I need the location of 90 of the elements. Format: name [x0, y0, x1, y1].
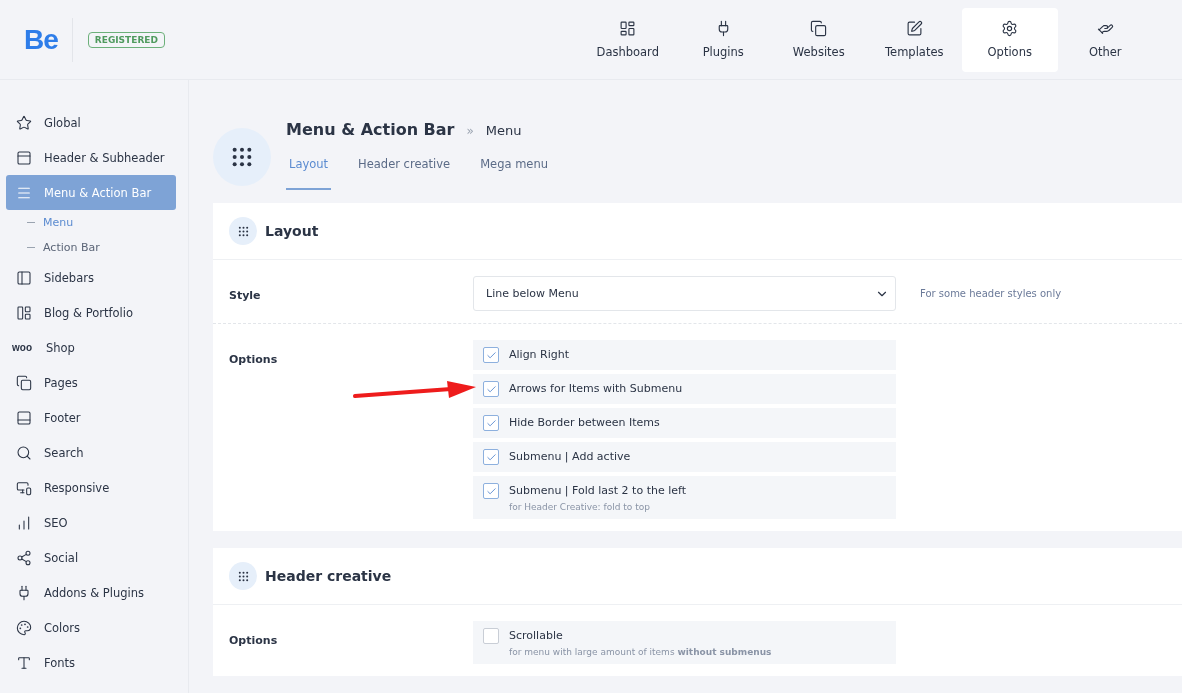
footer-icon [16, 409, 32, 426]
woo-logo: woo [12, 342, 33, 353]
checkbox[interactable] [483, 347, 499, 363]
sidebar-item[interactable]: Colors [6, 610, 176, 645]
page-title: Menu & Action Bar [286, 120, 455, 139]
sidebar-item[interactable]: SEO [6, 505, 176, 540]
field-label: Options [229, 634, 278, 647]
section-title: Layout [265, 223, 319, 239]
breadcrumb-separator: » [466, 124, 474, 138]
nav-tab[interactable]: Options [962, 7, 1058, 72]
sidebar-item[interactable]: Header & Subheader [6, 140, 176, 175]
option-label: Submenu | Fold last 2 to the left [509, 483, 686, 499]
sidebar-item[interactable]: Pages [6, 365, 176, 400]
field-label: Style [229, 289, 261, 302]
palette-icon [16, 619, 32, 636]
sidebar-label: SEO [44, 515, 68, 530]
letter-icon [16, 654, 32, 671]
check-icon [485, 349, 497, 361]
grid-dots-icon [237, 225, 249, 237]
pages-icon [16, 374, 32, 391]
plug-icon [16, 584, 32, 601]
search-icon [16, 444, 32, 461]
page-tab[interactable]: Header creative [355, 157, 454, 190]
nav-tab[interactable]: Templates [866, 7, 962, 72]
option-label: Submenu | Add active [509, 449, 631, 465]
bar-chart-icon [16, 514, 32, 531]
sidebar-item[interactable]: Footer [6, 400, 176, 435]
window-icon [16, 149, 32, 166]
sidebar-item[interactable]: Search [6, 435, 176, 470]
dashboard-icon [619, 20, 637, 37]
sidebar-label: Shop [46, 340, 75, 355]
field-note: For some header styles only [920, 288, 1062, 299]
sidebar-label: Search [44, 445, 84, 460]
sidebar-item[interactable]: Blog & Portfolio [6, 295, 176, 330]
sidebar-label: Global [44, 115, 81, 130]
sidebar-icon [16, 269, 32, 286]
option-hint: for menu with large amount of items without submenus [509, 647, 772, 657]
sidebar-label: Blog & Portfolio [44, 305, 133, 320]
sidebar-item[interactable]: Addons & Plugins [6, 575, 176, 610]
grid-dots-icon [237, 570, 249, 582]
option-label: Scrollable [509, 628, 564, 644]
sidebar-label: Footer [44, 410, 81, 425]
sidebar-item[interactable]: Responsive [6, 470, 176, 505]
field-label: Options [229, 353, 278, 366]
nav-tab[interactable]: Websites [771, 7, 867, 72]
sidebar-label: Colors [44, 620, 81, 635]
checkbox[interactable] [483, 483, 499, 499]
nav-tab[interactable]: Dashboard [580, 7, 676, 72]
sidebar-label: Sidebars [44, 270, 94, 285]
sidebar-label: Responsive [44, 480, 110, 495]
edit-icon [905, 20, 923, 37]
sidebar-label: Social [44, 550, 79, 565]
settings-icon [1001, 20, 1019, 37]
copy-icon [810, 20, 828, 37]
registered-badge: REGISTERED [87, 31, 165, 48]
checkbox[interactable] [483, 415, 499, 431]
grid-dots-icon [231, 146, 253, 168]
check-icon [485, 417, 497, 429]
sidebar-label: Fonts [44, 655, 76, 670]
share-icon [16, 549, 32, 566]
breadcrumb: Menu [485, 123, 522, 138]
section-title: Header creative [265, 568, 392, 584]
sidebar-subitem[interactable]: Action Bar [6, 235, 176, 260]
page-tab[interactable]: Mega menu [477, 157, 551, 190]
sidebar-label: Pages [44, 375, 78, 390]
sidebar-item[interactable]: Social [6, 540, 176, 575]
checkbox[interactable] [483, 449, 499, 465]
check-icon [485, 383, 497, 395]
star-icon [16, 114, 32, 131]
option-label: Align Right [509, 347, 570, 363]
checkbox[interactable] [483, 381, 499, 397]
checkbox[interactable] [483, 628, 499, 644]
option-hint: for Header Creative: fold to top [509, 502, 651, 512]
option-label: Hide Border between Items [509, 415, 660, 431]
layout-icon [16, 304, 32, 321]
sidebar-label: Menu & Action Bar [44, 185, 152, 200]
style-select[interactable]: Line below Menu [473, 276, 896, 311]
devices-icon [16, 479, 32, 496]
sidebar-label: Header & Subheader [44, 150, 165, 165]
check-icon [485, 451, 497, 463]
sidebar-item[interactable]: Global [6, 105, 176, 140]
check-icon [485, 485, 497, 497]
sidebar-item[interactable]: woo Shop [6, 330, 176, 365]
nav-tab[interactable]: Other [1057, 7, 1153, 72]
logo[interactable]: Be [24, 17, 73, 62]
sidebar-label: Addons & Plugins [44, 585, 145, 600]
sidebar-item[interactable]: Sidebars [6, 260, 176, 295]
option-label: Arrows for Items with Submenu [509, 381, 683, 397]
sidebar-item[interactable]: Fonts [6, 645, 176, 680]
nav-tab[interactable]: Plugins [675, 7, 771, 72]
